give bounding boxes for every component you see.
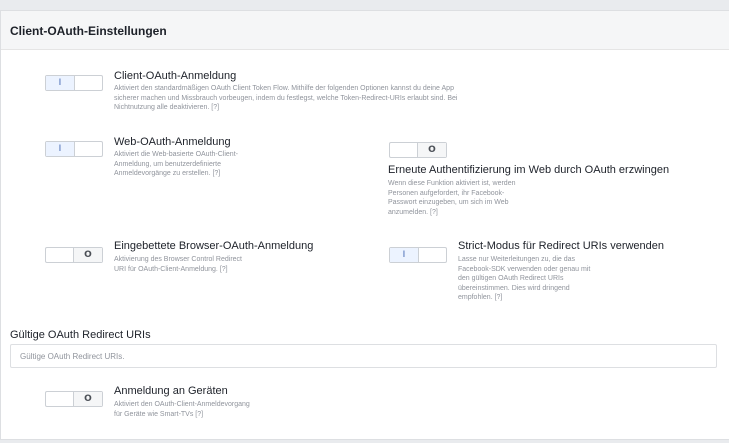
desc-line: Nichtnutzung alle deaktivieren. [?]: [114, 104, 220, 111]
embedded-browser-desc: Aktivierung des Browser Control Redirect…: [114, 255, 314, 274]
desc-line: Anmeldevorgänge zu erstellen. [?]: [114, 170, 221, 177]
force-reauth-desc: Wenn diese Funktion aktiviert ist, werde…: [388, 179, 588, 217]
strict-mode-toggle[interactable]: I: [389, 247, 447, 263]
embedded-browser-toggle[interactable]: O: [45, 247, 103, 263]
desc-line: Wenn diese Funktion aktiviert ist, werde…: [388, 180, 516, 187]
desc-line: Aktiviert die Web-basierte OAuth-Client-: [114, 151, 238, 158]
toggle-on-knob: I: [46, 76, 75, 90]
desc-line: übereinstimmen. Dies wird dringend: [458, 284, 570, 292]
force-reauth-title: Erneute Authentifizierung im Web durch O…: [388, 164, 670, 176]
desc-line: anzumelden. [?]: [388, 208, 438, 216]
toggle-on-knob: I: [390, 248, 419, 262]
desc-line: Facebook-SDK verwenden oder genau mit: [458, 265, 591, 273]
strict-mode-desc: Lasse nur Weiterleitungen zu, die das Fa…: [458, 255, 658, 303]
panel-header: Client-OAuth-Einstellungen: [1, 11, 729, 50]
device-login-toggle[interactable]: O: [45, 391, 103, 407]
force-reauth-toggle[interactable]: O: [389, 142, 447, 158]
client-oauth-desc: Aktiviert den standardmäßigen OAuth Clie…: [114, 84, 584, 113]
toggle-off-knob: O: [417, 143, 446, 157]
desc-line: für Geräte wie Smart-TVs [?]: [114, 410, 204, 418]
desc-line: URI für OAuth-Client-Anmeldung. [?]: [114, 265, 228, 273]
strict-mode-title: Strict-Modus für Redirect URIs verwenden: [458, 240, 665, 252]
desc-line: Aktivierung des Browser Control Redirect: [114, 256, 242, 263]
oauth-settings-panel: Client-OAuth-Einstellungen I Client-OAut…: [0, 10, 729, 440]
desc-line: den gültigen OAuth Redirect URIs: [458, 275, 564, 282]
desc-line: sicherer machen und Missbrauch vorbeugen…: [114, 94, 458, 102]
desc-line: Personen aufgefordert, ihr Facebook-: [388, 189, 505, 197]
web-oauth-desc: Aktiviert die Web-basierte OAuth-Client-…: [114, 150, 314, 179]
device-login-desc: Aktiviert den OAuth-Client-Anmeldevorgan…: [114, 400, 334, 419]
desc-line: Passwort einzugeben, um sich im Web: [388, 199, 509, 206]
panel-title: Client-OAuth-Einstellungen: [10, 24, 167, 38]
embedded-browser-title: Eingebettete Browser-OAuth-Anmeldung: [114, 240, 314, 252]
toggle-on-knob: I: [46, 142, 75, 156]
desc-line: empfohlen. [?]: [458, 294, 503, 301]
redirect-uris-label: Gültige OAuth Redirect URIs: [10, 329, 151, 341]
desc-line: Anmeldung, um benutzerdefinierte: [114, 160, 222, 168]
client-oauth-toggle[interactable]: I: [45, 75, 103, 91]
desc-line: Aktiviert den standardmäßigen OAuth Clie…: [114, 85, 454, 92]
desc-line: Lasse nur Weiterleitungen zu, die das: [458, 256, 575, 263]
desc-line: Aktiviert den OAuth-Client-Anmeldevorgan…: [114, 401, 250, 408]
web-oauth-toggle[interactable]: I: [45, 141, 103, 157]
toggle-off-knob: O: [73, 248, 102, 262]
client-oauth-title: Client-OAuth-Anmeldung: [114, 70, 237, 82]
redirect-uris-input[interactable]: [10, 344, 717, 368]
device-login-title: Anmeldung an Geräten: [114, 385, 228, 397]
toggle-off-knob: O: [73, 392, 102, 406]
web-oauth-title: Web-OAuth-Anmeldung: [114, 136, 231, 148]
